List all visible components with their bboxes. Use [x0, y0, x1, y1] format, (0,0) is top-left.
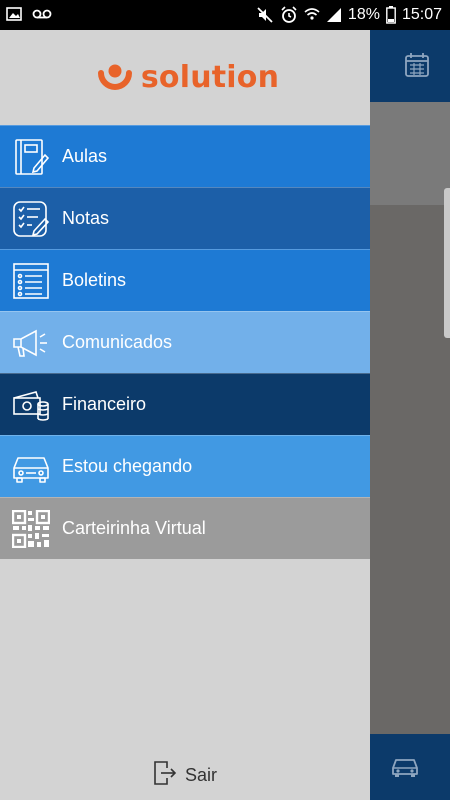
menu-label: Aulas	[62, 146, 108, 166]
signal-icon	[326, 7, 342, 23]
background-card	[370, 205, 450, 735]
logo-mark-icon	[95, 55, 135, 100]
menu-label: Financeiro	[62, 394, 147, 414]
navigation-drawer: solution Aulas Notas Boletins Comunicado…	[0, 30, 370, 800]
voicemail-icon	[32, 6, 52, 22]
menu-item-financeiro[interactable]: Financeiro	[0, 373, 370, 435]
list-icon	[12, 262, 50, 300]
notebook-icon	[12, 138, 50, 176]
qr-code-icon	[12, 509, 50, 548]
exit-icon	[153, 760, 177, 791]
background-panel	[370, 102, 450, 205]
menu-label: Boletins	[62, 270, 127, 290]
brand-logo: solution	[0, 30, 370, 125]
checklist-pencil-icon	[12, 200, 50, 238]
menu-item-boletins[interactable]: Boletins	[0, 249, 370, 311]
menu-label: Notas	[62, 208, 110, 228]
megaphone-icon	[12, 324, 50, 362]
logout-button[interactable]: Sair	[0, 760, 370, 790]
wifi-icon	[304, 6, 320, 24]
money-icon	[12, 386, 50, 424]
brand-name: solution	[140, 60, 280, 95]
car-icon	[12, 448, 50, 486]
clock: 15:07	[401, 6, 442, 23]
logout-label: Sair	[184, 764, 217, 785]
menu-item-estou-chegando[interactable]: Estou chegando	[0, 435, 370, 497]
car-icon[interactable]	[390, 756, 420, 783]
background-bottom-bar	[370, 734, 450, 800]
calendar-icon[interactable]	[404, 52, 430, 83]
background-top-bar	[370, 30, 450, 102]
image-notification-icon	[6, 6, 22, 22]
background-scrollbar	[444, 188, 450, 338]
menu-label: Carteirinha Virtual	[62, 518, 206, 538]
menu-label: Estou chegando	[62, 456, 193, 476]
menu-item-aulas[interactable]: Aulas	[0, 125, 370, 187]
menu-item-notas[interactable]: Notas	[0, 187, 370, 249]
menu-item-carteirinha-virtual[interactable]: Carteirinha Virtual	[0, 497, 370, 559]
background-app	[370, 30, 450, 800]
battery-icon	[386, 6, 396, 24]
menu-label: Comunicados	[62, 332, 173, 352]
alarm-icon	[280, 6, 298, 24]
menu-item-comunicados[interactable]: Comunicados	[0, 311, 370, 373]
battery-percent: 18%	[347, 6, 380, 23]
drawer-menu: Aulas Notas Boletins Comunicados Finance…	[0, 125, 370, 559]
status-bar: 18% 15:07	[0, 0, 450, 30]
mute-icon	[256, 6, 274, 24]
